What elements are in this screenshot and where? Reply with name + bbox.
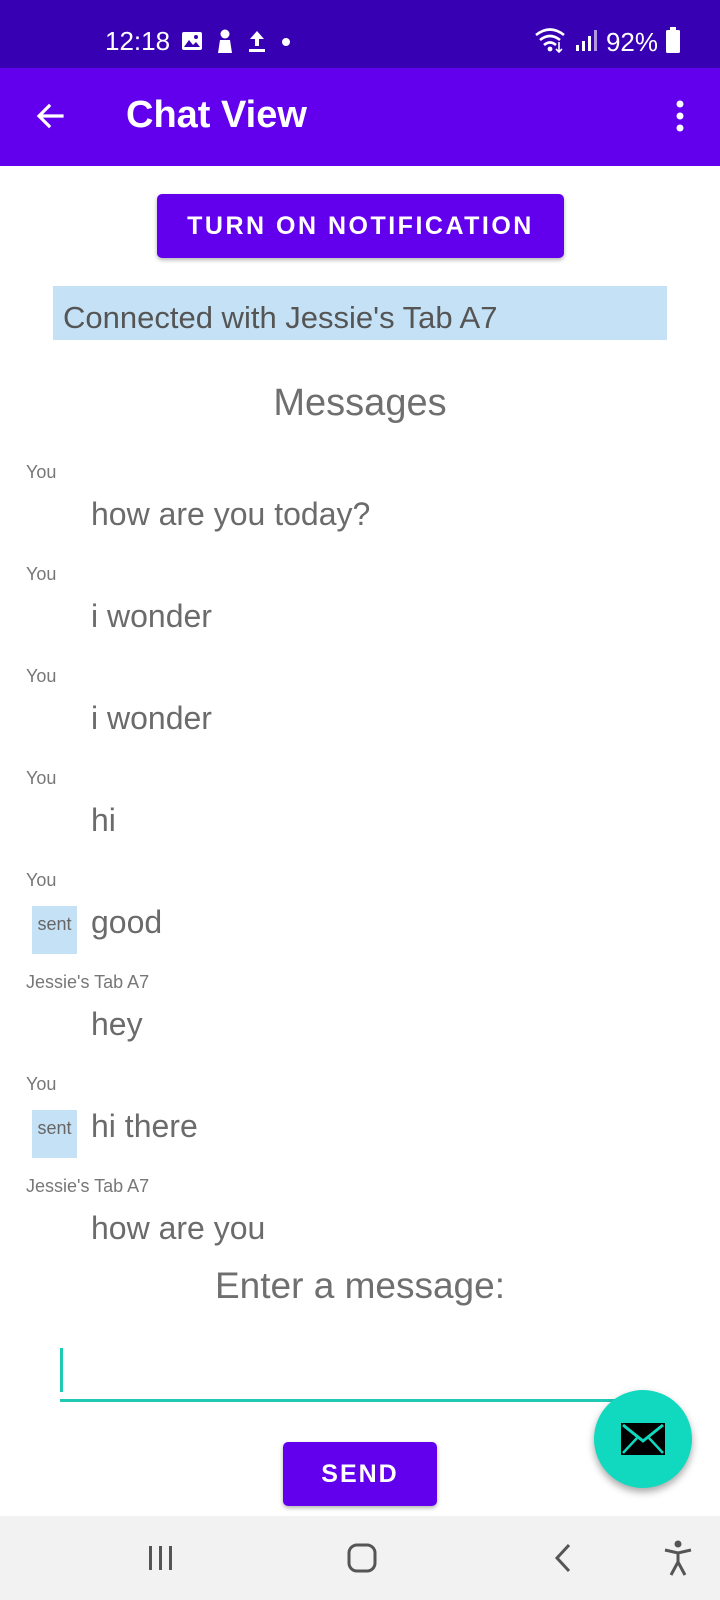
message-text: i wonder bbox=[91, 700, 212, 736]
connection-status-text: Connected with Jessie's Tab A7 bbox=[63, 300, 498, 335]
message-item: You sent hi there bbox=[0, 1074, 720, 1176]
recent-apps-button[interactable] bbox=[133, 1530, 189, 1586]
email-fab-button[interactable] bbox=[594, 1390, 692, 1488]
message-text: good bbox=[91, 904, 163, 940]
recent-apps-icon bbox=[149, 1546, 172, 1570]
message-text: i wonder bbox=[91, 598, 212, 634]
status-notification-icons bbox=[181, 28, 291, 58]
system-navigation-bar bbox=[0, 1516, 720, 1600]
back-button[interactable] bbox=[26, 92, 74, 140]
status-time: 12:18 bbox=[105, 26, 171, 56]
battery-percent: 92% bbox=[605, 26, 658, 57]
sent-status-badge: sent bbox=[32, 906, 77, 954]
status-system-icons: 92% bbox=[534, 26, 680, 58]
message-text: hi there bbox=[91, 1108, 198, 1144]
message-input[interactable] bbox=[60, 1348, 624, 1402]
sent-status-badge: sent bbox=[32, 1110, 77, 1158]
message-sender: You bbox=[26, 564, 57, 584]
dot-icon bbox=[281, 34, 291, 52]
status-bar: 12:18 92% bbox=[0, 0, 720, 68]
more-vert-icon bbox=[676, 100, 684, 132]
message-text: hi bbox=[91, 802, 116, 838]
overflow-menu-button[interactable] bbox=[666, 92, 694, 140]
message-sender: Jessie's Tab A7 bbox=[26, 1176, 150, 1196]
wifi-icon bbox=[534, 27, 566, 58]
accessibility-button[interactable] bbox=[650, 1530, 706, 1586]
page-title: Chat View bbox=[126, 94, 307, 136]
message-item: Jessie's Tab A7 hey bbox=[0, 972, 720, 1074]
message-item: Jessie's Tab A7 how are you bbox=[0, 1176, 720, 1278]
text-cursor bbox=[60, 1348, 63, 1392]
system-back-button[interactable] bbox=[535, 1530, 591, 1586]
message-item: You i wonder bbox=[0, 666, 720, 768]
person-icon bbox=[217, 29, 233, 58]
back-icon bbox=[554, 1543, 571, 1573]
message-text: how are you bbox=[91, 1210, 266, 1246]
enter-message-label: Enter a message: bbox=[215, 1265, 505, 1306]
message-sender: You bbox=[26, 1074, 57, 1094]
home-button[interactable] bbox=[334, 1530, 390, 1586]
email-icon bbox=[621, 1423, 665, 1455]
send-button[interactable]: SEND bbox=[283, 1442, 437, 1506]
signal-icon bbox=[574, 28, 598, 57]
app-bar: Chat View bbox=[0, 68, 720, 166]
messages-heading: Messages bbox=[273, 382, 447, 424]
home-icon bbox=[347, 1543, 377, 1573]
connection-status-banner: Connected with Jessie's Tab A7 bbox=[53, 286, 667, 340]
message-item: You how are you today? bbox=[0, 462, 720, 564]
upload-icon bbox=[247, 29, 267, 58]
message-sender: You bbox=[26, 870, 57, 890]
message-sender: You bbox=[26, 462, 57, 482]
message-sender: You bbox=[26, 768, 57, 788]
accessibility-icon bbox=[664, 1540, 692, 1576]
image-icon bbox=[181, 31, 203, 56]
message-text: hey bbox=[91, 1006, 143, 1042]
message-sender: Jessie's Tab A7 bbox=[26, 972, 150, 992]
message-text: how are you today? bbox=[91, 496, 371, 532]
message-item: You hi bbox=[0, 768, 720, 870]
message-item: You i wonder bbox=[0, 564, 720, 666]
arrow-back-icon bbox=[36, 103, 64, 129]
battery-icon bbox=[666, 26, 680, 58]
turn-on-notification-button[interactable]: TURN ON NOTIFICATION bbox=[157, 194, 564, 258]
message-item: You sent good bbox=[0, 870, 720, 972]
message-sender: You bbox=[26, 666, 57, 686]
